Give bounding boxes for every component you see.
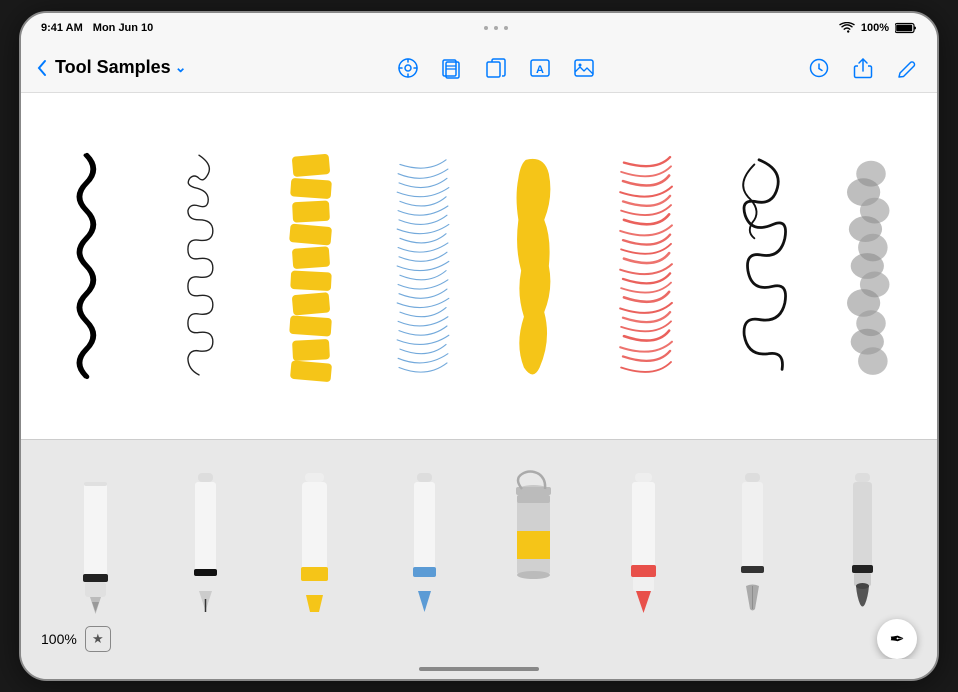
text-icon[interactable]: A (526, 54, 554, 82)
dot-3 (504, 26, 508, 30)
ipad-frame: 9:41 AM Mon Jun 10 100% (19, 11, 939, 681)
toolbar-left: Tool Samples ⌄ (37, 57, 186, 78)
title-area: Tool Samples ⌄ (51, 57, 186, 78)
stroke-marker-yellow[interactable] (255, 113, 367, 419)
tool-felt-pen[interactable] (397, 469, 452, 619)
status-time: 9:41 AM (41, 22, 83, 34)
dot-1 (484, 26, 488, 30)
zoom-area: 100% ★ (41, 626, 111, 652)
status-bar-left: 9:41 AM Mon Jun 10 (41, 22, 153, 34)
pen-fab-button[interactable]: ✒ (877, 619, 917, 659)
star-icon: ★ (92, 631, 104, 647)
history-icon[interactable] (805, 54, 833, 82)
stroke-brush-smoke[interactable] (815, 113, 927, 419)
toolbar-center: A (194, 54, 797, 82)
tool-crayon[interactable] (616, 469, 671, 619)
edit-icon[interactable] (893, 54, 921, 82)
battery-percent: 100% (861, 22, 889, 34)
back-button[interactable] (37, 59, 47, 77)
back-chevron-icon (37, 59, 47, 77)
dot-2 (494, 26, 498, 30)
status-date: Mon Jun 10 (93, 22, 154, 34)
status-bar-right: 100% (839, 22, 917, 34)
stroke-pencil-blue[interactable] (367, 113, 479, 419)
wifi-icon (839, 22, 855, 34)
stroke-pen-loops[interactable] (143, 113, 255, 419)
stroke-ink-flourish[interactable] (703, 113, 815, 419)
copy-icon[interactable] (482, 54, 510, 82)
share-icon[interactable] (849, 54, 877, 82)
bottom-panel: 100% ★ ✒ (21, 439, 937, 659)
title-chevron-icon[interactable]: ⌄ (175, 59, 187, 76)
page-title: Tool Samples (55, 57, 171, 78)
battery-icon (895, 22, 917, 34)
tools-row (21, 440, 937, 619)
star-button[interactable]: ★ (85, 626, 111, 652)
tool-brush[interactable] (835, 469, 890, 619)
stroke-pen-squiggle[interactable] (31, 113, 143, 419)
markup-icon[interactable] (394, 54, 422, 82)
stroke-fill-yellow[interactable] (479, 113, 591, 419)
svg-text:A: A (536, 64, 544, 76)
pen-fab-icon: ✒ (889, 629, 904, 650)
toolbar: Tool Samples ⌄ (21, 43, 937, 93)
tool-calligraphy-pen[interactable] (725, 469, 780, 619)
pages-icon[interactable] (438, 54, 466, 82)
tool-fountain-pen[interactable] (68, 469, 123, 619)
home-bar (419, 667, 539, 671)
home-indicator (21, 659, 937, 679)
image-icon[interactable] (570, 54, 598, 82)
tool-marker[interactable] (287, 469, 342, 619)
canvas-content (21, 93, 937, 439)
tool-paint-can[interactable] (506, 469, 561, 619)
zoom-level: 100% (41, 631, 77, 647)
toolbar-right (805, 54, 921, 82)
status-bar-dots (484, 26, 508, 30)
stroke-crayon-red[interactable] (591, 113, 703, 419)
tool-technical-pen[interactable] (178, 469, 233, 619)
canvas-area (21, 93, 937, 439)
bottom-bar: 100% ★ ✒ (21, 619, 937, 659)
status-bar: 9:41 AM Mon Jun 10 100% (21, 13, 937, 43)
